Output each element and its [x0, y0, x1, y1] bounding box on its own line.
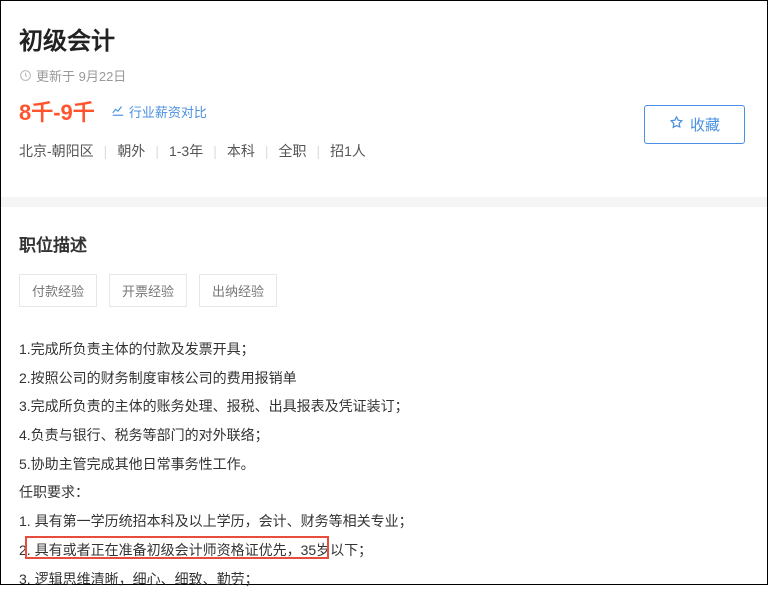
- tag-item: 开票经验: [109, 274, 187, 307]
- salary-value: 8千-9千: [19, 95, 95, 127]
- description-item: 5.协助主管完成其他日常事务性工作。: [19, 450, 749, 479]
- star-icon: [669, 115, 684, 134]
- req-num: 1.: [19, 513, 35, 529]
- tags-row: 付款经验 开票经验 出纳经验: [19, 274, 749, 307]
- req-text: 具有第一学历统招本科及以上学历，会计、财务等相关专业；: [35, 513, 413, 529]
- description-item: 3.完成所负责的主体的账务处理、报税、出具报表及凭证装订；: [19, 392, 749, 421]
- meta-headcount: 招1人: [330, 141, 366, 161]
- meta-experience: 1-3年: [169, 141, 203, 161]
- job-title: 初级会计: [19, 21, 749, 56]
- meta-type: 全职: [278, 141, 306, 161]
- salary-compare-link[interactable]: 行业薪资对比: [111, 102, 207, 121]
- requirements-list: 1. 具有第一学历统招本科及以上学历，会计、财务等相关专业； 2. 具有或者正在…: [19, 507, 749, 593]
- requirement-item: 3. 逻辑思维清晰，细心、细致、勤劳；: [19, 565, 749, 594]
- req-num: 3.: [19, 571, 35, 587]
- salary-compare-label: 行业薪资对比: [129, 102, 207, 121]
- tag-item: 出纳经验: [199, 274, 277, 307]
- description-item: 1.完成所负责主体的付款及发票开具；: [19, 335, 749, 364]
- meta-sep: |: [155, 143, 159, 159]
- req-text: 具有或者正在准备初级会计师资格证优先: [35, 542, 287, 558]
- meta-area: 朝外: [117, 141, 145, 161]
- req-num: 2.: [19, 542, 35, 558]
- req-suffix: ，35岁以下；: [287, 542, 373, 558]
- meta-sep: |: [316, 143, 320, 159]
- meta-location: 北京-朝阳区: [19, 141, 94, 161]
- meta-education: 本科: [227, 141, 255, 161]
- req-text: 逻辑思维清晰，细心、细致、勤劳；: [35, 571, 259, 587]
- section-divider: [1, 197, 767, 207]
- description-item: 4.负责与银行、税务等部门的对外联络；: [19, 421, 749, 450]
- requirements-title: 任职要求：: [19, 478, 749, 507]
- meta-sep: |: [265, 143, 269, 159]
- description-list: 1.完成所负责主体的付款及发票开具； 2.按照公司的财务制度审核公司的费用报销单…: [19, 335, 749, 478]
- meta-row: 北京-朝阳区 | 朝外 | 1-3年 | 本科 | 全职 | 招1人: [19, 141, 749, 161]
- meta-sep: |: [213, 143, 217, 159]
- requirement-item: 1. 具有第一学历统招本科及以上学历，会计、财务等相关专业；: [19, 507, 749, 536]
- requirement-item: 2. 具有或者正在准备初级会计师资格证优先，35岁以下；: [19, 536, 749, 565]
- description-item: 2.按照公司的财务制度审核公司的费用报销单: [19, 364, 749, 393]
- favorite-button[interactable]: 收藏: [644, 105, 745, 144]
- tag-item: 付款经验: [19, 274, 97, 307]
- update-label: 更新于 9月22日: [36, 66, 126, 85]
- clock-icon: [19, 69, 32, 82]
- chart-icon: [111, 103, 125, 120]
- favorite-label: 收藏: [690, 114, 720, 135]
- meta-sep: |: [104, 143, 108, 159]
- salary-row: 8千-9千 行业薪资对比: [19, 95, 749, 127]
- update-row: 更新于 9月22日: [19, 66, 749, 85]
- description-title: 职位描述: [19, 231, 749, 256]
